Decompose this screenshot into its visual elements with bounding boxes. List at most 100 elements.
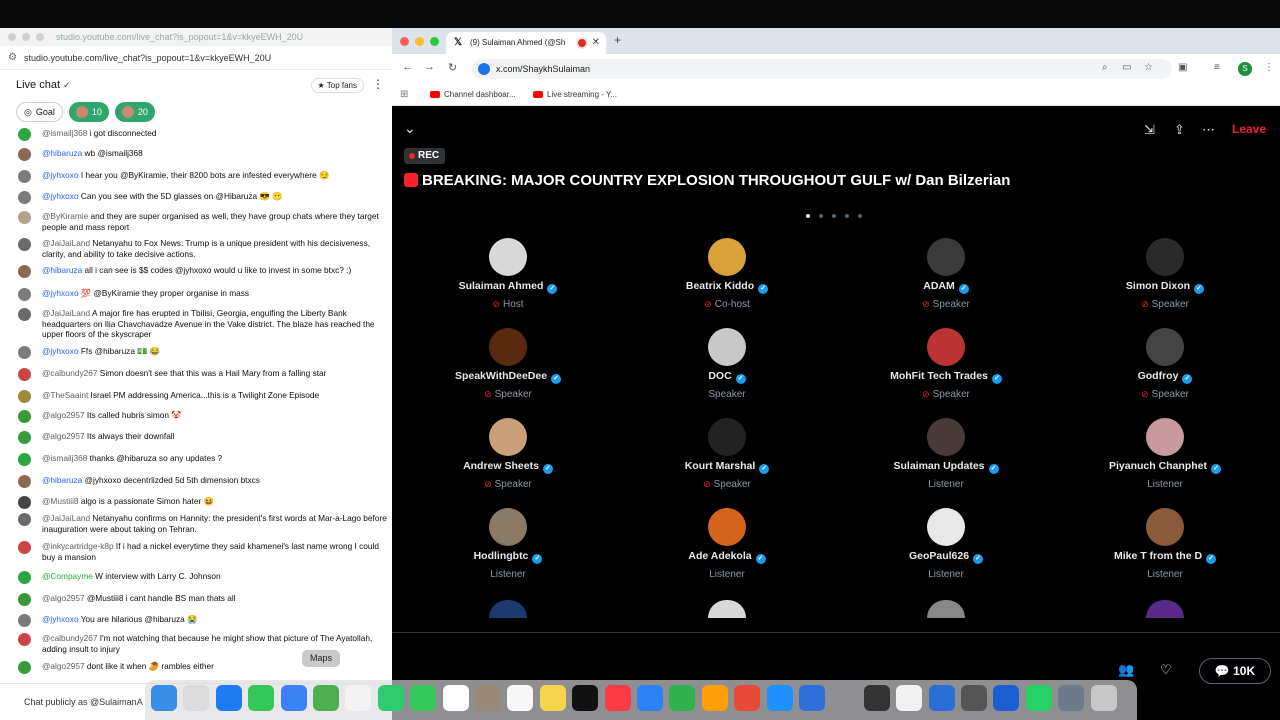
participant[interactable]: SpeakWithDeeDee ✓ ⊘ Speaker bbox=[408, 328, 608, 400]
chat-author[interactable]: @algo2957 bbox=[42, 593, 85, 603]
avatar[interactable] bbox=[1146, 418, 1184, 456]
chat-author[interactable]: @Mustiii8 bbox=[42, 496, 79, 506]
avatar[interactable] bbox=[18, 390, 31, 403]
forward-icon[interactable]: → bbox=[424, 61, 435, 73]
avatar[interactable] bbox=[489, 600, 527, 618]
avatar[interactable] bbox=[18, 148, 31, 161]
chat-author[interactable]: @algo2957 bbox=[42, 410, 85, 420]
avatar[interactable] bbox=[18, 238, 31, 251]
chat-message[interactable]: @Compayme W interview with Larry C. John… bbox=[18, 571, 388, 584]
avatar[interactable] bbox=[489, 508, 527, 546]
tab-x-profile[interactable]: 𝕏 (9) Sulaiman Ahmed (@Sh ✕ bbox=[446, 32, 606, 54]
avatar[interactable] bbox=[927, 328, 965, 366]
participant[interactable]: DOC ✓ Speaker bbox=[627, 328, 827, 400]
close-tab-icon[interactable]: ✕ bbox=[592, 32, 600, 54]
chat-message[interactable]: @inkycartridge-k8p If i had a nickel eve… bbox=[18, 541, 388, 562]
avatar[interactable] bbox=[18, 346, 31, 359]
chat-author[interactable]: @jyhxoxo bbox=[42, 614, 79, 624]
finder-icon[interactable] bbox=[151, 685, 177, 711]
avatar[interactable] bbox=[18, 475, 31, 488]
chat-message[interactable]: @jyhxoxo You are hilarious @hibaruza 😭 bbox=[18, 614, 388, 627]
chat-author[interactable]: @ismailj368 bbox=[42, 453, 87, 463]
chat-message[interactable]: @ismailj368 thanks @hibaruza so any upda… bbox=[18, 453, 388, 466]
chat-message[interactable]: @jyhxoxo I hear you @ByKiramie, their 82… bbox=[18, 170, 388, 183]
avatar[interactable] bbox=[18, 541, 31, 554]
share-icon[interactable]: ⇪ bbox=[1174, 122, 1185, 138]
minimize-light[interactable] bbox=[22, 33, 30, 41]
participant[interactable]: Sulaiman Ahmed ✓ ⊘ Host bbox=[408, 238, 608, 310]
avatar[interactable] bbox=[927, 238, 965, 276]
chat-author[interactable]: @algo2957 bbox=[42, 431, 85, 441]
leave-button[interactable]: Leave bbox=[1232, 122, 1266, 136]
avatar[interactable] bbox=[18, 431, 31, 444]
app-store-icon[interactable] bbox=[766, 685, 793, 711]
avatar[interactable] bbox=[927, 600, 965, 618]
activity-icon[interactable] bbox=[863, 685, 890, 711]
chat-author[interactable]: @hibaruza bbox=[42, 475, 82, 485]
avatar[interactable] bbox=[18, 191, 31, 204]
chat-message-list[interactable]: @ismailj368 i got disconnected @hibaruza … bbox=[0, 128, 392, 688]
page-dot[interactable] bbox=[806, 214, 810, 218]
keynote-icon[interactable] bbox=[637, 685, 663, 711]
chat-author[interactable]: @JaiJaiLand bbox=[42, 513, 90, 523]
address-bar[interactable]: ⚙ studio.youtube.com/live_chat?is_popout… bbox=[0, 46, 392, 70]
xcode-icon[interactable] bbox=[799, 685, 825, 711]
avatar[interactable] bbox=[18, 211, 31, 224]
menu-icon[interactable]: ⋮ bbox=[1264, 62, 1274, 73]
participant[interactable]: ADAM ✓ ⊘ Speaker bbox=[846, 238, 1046, 310]
chat-author[interactable]: @hibaruza bbox=[42, 148, 82, 158]
new-tab-icon[interactable]: + bbox=[614, 33, 621, 47]
chat-message[interactable]: @algo2957 Its called hubris simon 🤡 bbox=[18, 410, 388, 423]
side-panel-icon[interactable]: ▣ bbox=[1178, 62, 1187, 73]
participant[interactable]: Beatrix Kiddo ✓ ⊘ Co-host bbox=[627, 238, 827, 310]
bookmark-channel-dashboard[interactable]: Channel dashboar... bbox=[430, 84, 516, 106]
omnibox[interactable]: x.com/ShaykhSulaiman bbox=[472, 59, 1172, 79]
chat-author[interactable]: @jyhxoxo bbox=[42, 170, 79, 180]
site-info-icon[interactable] bbox=[478, 63, 490, 75]
chat-message[interactable]: @hibaruza @jyhxoxo decentrlizded 5d 5th … bbox=[18, 475, 388, 488]
messages-icon[interactable] bbox=[248, 685, 275, 711]
chat-message[interactable]: @hibaruza all i can see is $$ codes @jyh… bbox=[18, 265, 388, 278]
participant[interactable]: GeoPaul626 ✓ Listener bbox=[846, 508, 1046, 580]
avatar[interactable] bbox=[18, 288, 31, 301]
avatar[interactable] bbox=[489, 328, 527, 366]
avatar[interactable] bbox=[18, 513, 31, 526]
reload-icon[interactable]: ↻ bbox=[448, 61, 457, 74]
listener-count-button[interactable]: 💬 10K bbox=[1199, 658, 1271, 684]
calendar-icon[interactable] bbox=[442, 685, 469, 711]
avatar[interactable] bbox=[708, 328, 746, 366]
participant[interactable]: Andrew Sheets ✓ ⊘ Speaker bbox=[408, 418, 608, 490]
chat-author[interactable]: @calbundy267 bbox=[42, 633, 97, 643]
reminders-icon[interactable] bbox=[507, 685, 534, 711]
chat-message[interactable]: @hibaruza wb @ismailj368 bbox=[18, 148, 388, 161]
numbers-icon[interactable] bbox=[669, 685, 696, 711]
chat-author[interactable]: @Compayme bbox=[42, 571, 93, 581]
notes-icon[interactable] bbox=[539, 685, 566, 711]
avatar[interactable] bbox=[1146, 600, 1184, 618]
participant[interactable]: Godfroy ✓ ⊘ Speaker bbox=[1065, 328, 1265, 400]
bookmark-live-streaming[interactable]: Live streaming - Y... bbox=[533, 84, 617, 106]
chat-title[interactable]: Live chat ✓ bbox=[16, 79, 71, 91]
participant[interactable]: Hodlingbtc ✓ Listener bbox=[408, 508, 608, 580]
chat-message[interactable]: @calbundy267 Simon doesn't see that this… bbox=[18, 368, 388, 381]
avatar[interactable] bbox=[18, 308, 31, 321]
chat-message[interactable]: @algo2957 @Mustiii8 i cant handle BS man… bbox=[18, 593, 388, 606]
participant[interactable]: Kourt Marshal ✓ ⊘ Speaker bbox=[627, 418, 827, 490]
contacts-icon[interactable] bbox=[475, 685, 501, 711]
close-light[interactable] bbox=[8, 33, 16, 41]
maps-icon[interactable] bbox=[313, 685, 339, 711]
avatar[interactable] bbox=[18, 633, 31, 646]
cast-icon[interactable]: ▭ bbox=[1122, 62, 1131, 73]
participant[interactable]: MohFit Tech Trades ✓ ⊘ Speaker bbox=[846, 328, 1046, 400]
more-icon[interactable]: ⋯ bbox=[1202, 122, 1215, 138]
chat-message[interactable]: @algo2957 Its always their downfall bbox=[18, 431, 388, 444]
chat-author[interactable]: @JaiJaiLand bbox=[42, 308, 90, 318]
goal-pill[interactable]: ◎ Goal bbox=[16, 102, 63, 122]
chat-message[interactable]: @jyhxoxo 💯 @ByKiramie they proper organi… bbox=[18, 288, 388, 301]
avatar[interactable] bbox=[18, 410, 31, 423]
mail-icon[interactable] bbox=[280, 685, 307, 711]
photos-icon[interactable] bbox=[345, 685, 372, 711]
avatar[interactable] bbox=[18, 128, 31, 141]
chat-message[interactable]: @ByKiramie and they are super organised … bbox=[18, 211, 388, 232]
chat-author[interactable]: @jyhxoxo bbox=[42, 346, 79, 356]
